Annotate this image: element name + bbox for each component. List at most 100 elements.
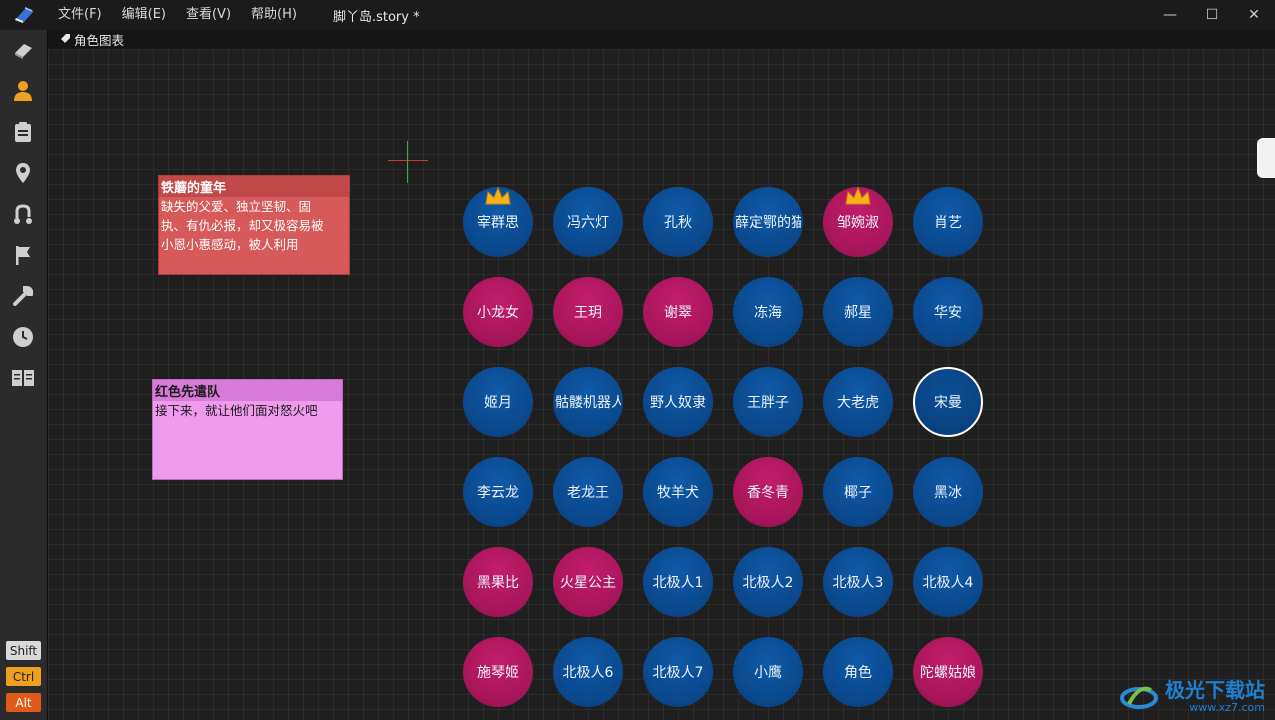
app-logo-icon bbox=[0, 0, 48, 30]
character-name: 冻海 bbox=[754, 305, 782, 321]
minimize-button[interactable]: — bbox=[1149, 0, 1191, 30]
character-name: 薛定鄂的猫 bbox=[735, 215, 801, 231]
ctrl-key-indicator[interactable]: Ctrl bbox=[6, 667, 41, 686]
character-name: 宰群思 bbox=[477, 215, 519, 231]
character-node[interactable]: 北极人2 bbox=[733, 547, 803, 617]
menu-bar: 文件(F) 编辑(E) 查看(V) 帮助(H) bbox=[48, 0, 307, 30]
character-name: 黑冰 bbox=[934, 485, 962, 501]
character-name: 北极人1 bbox=[652, 575, 704, 591]
book-icon[interactable] bbox=[11, 38, 35, 62]
character-node[interactable]: 野人奴隶 bbox=[643, 367, 713, 437]
character-node[interactable]: 陀螺姑娘 bbox=[913, 637, 983, 707]
open-book-icon[interactable] bbox=[11, 366, 35, 390]
character-node[interactable]: 小鹰 bbox=[733, 637, 803, 707]
menu-view[interactable]: 查看(V) bbox=[176, 0, 241, 30]
tab-bar: 角色图表 bbox=[48, 30, 1275, 49]
character-node[interactable]: 宋曼 bbox=[913, 367, 983, 437]
character-name: 肖艺 bbox=[934, 215, 962, 231]
character-name: 牧羊犬 bbox=[657, 485, 699, 501]
window-controls: — ☐ ✕ bbox=[1149, 0, 1275, 30]
character-name: 陀螺姑娘 bbox=[920, 665, 976, 681]
character-chart-canvas[interactable]: 铁蘑的童年 缺失的父爱、独立坚韧、固 执、有仇必报，却又极容易被 小恩小惠感动，… bbox=[48, 49, 1275, 720]
character-name: 北极人4 bbox=[922, 575, 974, 591]
shift-key-indicator[interactable]: Shift bbox=[6, 641, 41, 660]
tab-character-chart[interactable]: 角色图表 bbox=[60, 30, 124, 49]
character-node[interactable]: 冻海 bbox=[733, 277, 803, 347]
menu-file[interactable]: 文件(F) bbox=[48, 0, 112, 30]
origin-crosshair-horizontal bbox=[388, 160, 428, 161]
clock-icon[interactable] bbox=[11, 325, 35, 349]
note-body: 缺失的父爱、独立坚韧、固 执、有仇必报，却又极容易被 小恩小惠感动，被人利用 bbox=[159, 197, 349, 254]
character-name: 施琴姬 bbox=[477, 665, 519, 681]
character-node[interactable]: 冯六灯 bbox=[553, 187, 623, 257]
character-node[interactable]: 北极人4 bbox=[913, 547, 983, 617]
menu-help[interactable]: 帮助(H) bbox=[241, 0, 307, 30]
character-node[interactable]: 椰子 bbox=[823, 457, 893, 527]
route-icon[interactable] bbox=[11, 202, 35, 226]
character-node[interactable]: 角色 bbox=[823, 637, 893, 707]
watermark-brand: 极光下载站 bbox=[1165, 678, 1265, 702]
maximize-button[interactable]: ☐ bbox=[1191, 0, 1233, 30]
character-node[interactable]: 北极人6 bbox=[553, 637, 623, 707]
character-name: 老龙王 bbox=[567, 485, 609, 501]
character-name: 北极人6 bbox=[562, 665, 614, 681]
panel-edge-handle[interactable] bbox=[1257, 138, 1275, 178]
character-name: 姬月 bbox=[484, 395, 512, 411]
character-node[interactable]: 北极人3 bbox=[823, 547, 893, 617]
character-node[interactable]: 肖艺 bbox=[913, 187, 983, 257]
note-card-red-vanguard[interactable]: 红色先遣队 接下来，就让他们面对怒火吧 bbox=[152, 379, 343, 480]
alt-key-indicator[interactable]: Alt bbox=[6, 693, 41, 712]
character-node[interactable]: 王胖子 bbox=[733, 367, 803, 437]
character-node[interactable]: 姬月 bbox=[463, 367, 533, 437]
character-node[interactable]: 牧羊犬 bbox=[643, 457, 713, 527]
character-node[interactable]: 王玥 bbox=[553, 277, 623, 347]
character-node[interactable]: 谢翠 bbox=[643, 277, 713, 347]
character-name: 郝星 bbox=[844, 305, 872, 321]
location-pin-icon[interactable] bbox=[11, 161, 35, 185]
character-name: 王胖子 bbox=[747, 395, 789, 411]
character-node[interactable]: 火星公主 bbox=[553, 547, 623, 617]
character-node[interactable]: 黑冰 bbox=[913, 457, 983, 527]
character-node[interactable]: 郝星 bbox=[823, 277, 893, 347]
note-body-line: 执、有仇必报，却又极容易被 bbox=[161, 218, 324, 233]
clipboard-icon[interactable] bbox=[11, 120, 35, 144]
character-node[interactable]: 李云龙 bbox=[463, 457, 533, 527]
close-button[interactable]: ✕ bbox=[1233, 0, 1275, 30]
character-node[interactable]: 北极人1 bbox=[643, 547, 713, 617]
character-node[interactable]: 香冬青 bbox=[733, 457, 803, 527]
person-icon[interactable] bbox=[11, 79, 35, 103]
origin-crosshair-vertical bbox=[407, 141, 408, 183]
character-name: 黑果比 bbox=[477, 575, 519, 591]
character-node[interactable]: 骷髅机器人 bbox=[553, 367, 623, 437]
wrench-icon[interactable] bbox=[11, 284, 35, 308]
document-title: 脚丫岛.story * bbox=[332, 9, 420, 25]
character-node[interactable]: 北极人7 bbox=[643, 637, 713, 707]
character-name: 小鹰 bbox=[754, 665, 782, 681]
note-body: 接下来，就让他们面对怒火吧 bbox=[153, 401, 342, 420]
character-name: 小龙女 bbox=[477, 305, 519, 321]
character-node[interactable]: 小龙女 bbox=[463, 277, 533, 347]
character-node[interactable]: 大老虎 bbox=[823, 367, 893, 437]
character-name: 宋曼 bbox=[934, 395, 962, 411]
character-node[interactable]: 孔秋 bbox=[643, 187, 713, 257]
character-node[interactable]: 施琴姬 bbox=[463, 637, 533, 707]
character-name: 冯六灯 bbox=[567, 215, 609, 231]
character-name: 孔秋 bbox=[664, 215, 692, 231]
character-node[interactable]: 黑果比 bbox=[463, 547, 533, 617]
character-name: 椰子 bbox=[844, 485, 872, 501]
menu-edit[interactable]: 编辑(E) bbox=[112, 0, 176, 30]
watermark-url: www.xz7.com bbox=[1189, 701, 1265, 714]
note-card-childhood[interactable]: 铁蘑的童年 缺失的父爱、独立坚韧、固 执、有仇必报，却又极容易被 小恩小惠感动，… bbox=[158, 175, 350, 275]
character-name: 北极人2 bbox=[742, 575, 794, 591]
flag-icon[interactable] bbox=[11, 243, 35, 267]
title-bar: 文件(F) 编辑(E) 查看(V) 帮助(H) 脚丫岛.story * — ☐ … bbox=[0, 0, 1275, 30]
watermark-text: 极光下载站 www.xz7.com bbox=[1165, 679, 1265, 714]
character-node[interactable]: 华安 bbox=[913, 277, 983, 347]
character-node[interactable]: 薛定鄂的猫 bbox=[733, 187, 803, 257]
character-name: 骷髅机器人 bbox=[555, 395, 621, 411]
character-node[interactable]: 老龙王 bbox=[553, 457, 623, 527]
note-title: 红色先遣队 bbox=[153, 380, 342, 401]
crown-icon bbox=[484, 186, 512, 206]
tag-icon bbox=[60, 32, 71, 47]
note-body-line: 缺失的父爱、独立坚韧、固 bbox=[161, 199, 312, 214]
